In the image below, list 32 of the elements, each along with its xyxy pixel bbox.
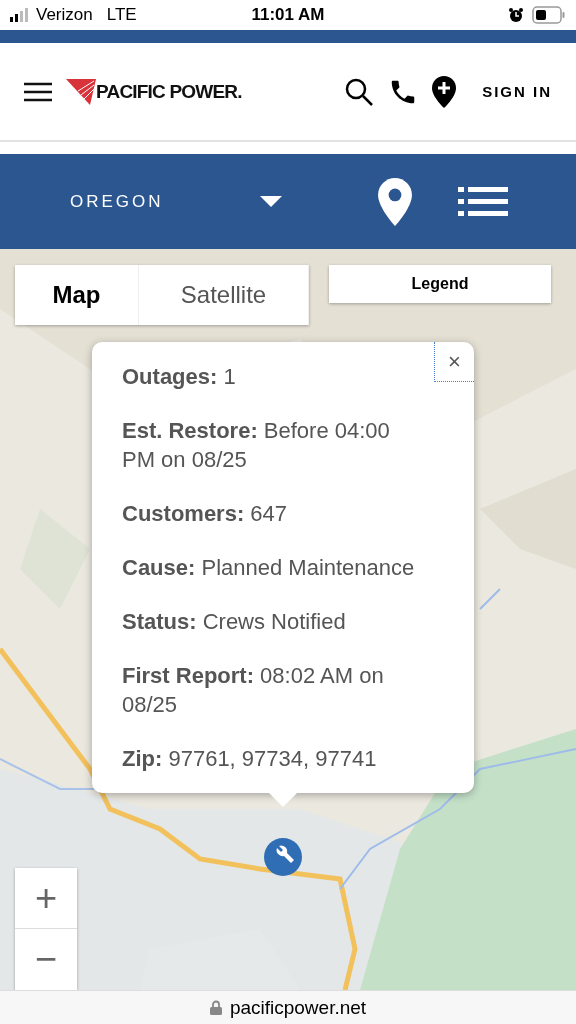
caret-icon bbox=[259, 196, 282, 207]
state-dropdown[interactable]: OREGON bbox=[70, 191, 282, 212]
battery-icon bbox=[532, 6, 566, 24]
menu-icon[interactable] bbox=[24, 81, 52, 102]
zoom-out-button[interactable]: − bbox=[15, 929, 77, 990]
map-type-tab[interactable]: Satellite bbox=[139, 265, 309, 325]
outage-detail: Zip: 97761, 97734, 97741 bbox=[122, 745, 378, 773]
location-pin-icon[interactable] bbox=[378, 177, 412, 226]
alarm-icon bbox=[508, 7, 524, 23]
clock-time: 11:01 AM bbox=[251, 5, 325, 25]
outage-detail: Cause: Planned Maintenance bbox=[122, 554, 416, 582]
zoom-in-button[interactable]: + bbox=[15, 868, 77, 929]
signal-icon bbox=[10, 8, 30, 22]
logo-text[interactable]: PACIFIC POWER. bbox=[96, 80, 242, 103]
outage-detail: Customers: 647 bbox=[122, 500, 289, 528]
add-location-icon[interactable] bbox=[432, 75, 457, 108]
lock-icon bbox=[209, 1000, 222, 1015]
wrench-marker-icon[interactable] bbox=[264, 838, 302, 876]
search-icon[interactable] bbox=[344, 76, 375, 107]
carrier-name: Verizon bbox=[36, 5, 93, 25]
network-type: LTE bbox=[106, 5, 137, 25]
outage-detail: First Report: 08:02 AM on 08/25 bbox=[122, 662, 385, 719]
list-icon[interactable] bbox=[458, 186, 508, 217]
outage-detail: Status: Crews Notified bbox=[122, 608, 347, 636]
sign-in-link[interactable]: SIGN IN bbox=[482, 83, 552, 100]
close-button[interactable]: × bbox=[434, 342, 474, 382]
url-text: pacificpower.net bbox=[229, 996, 367, 1019]
outage-detail: Outages: 1 bbox=[122, 363, 237, 391]
outage-detail: Est. Restore: Before 04:00 PM on 08/25 bbox=[122, 417, 391, 474]
logo-icon bbox=[66, 78, 96, 105]
map-type-tab[interactable]: Map bbox=[15, 265, 139, 325]
legend-button[interactable]: Legend bbox=[329, 265, 551, 303]
